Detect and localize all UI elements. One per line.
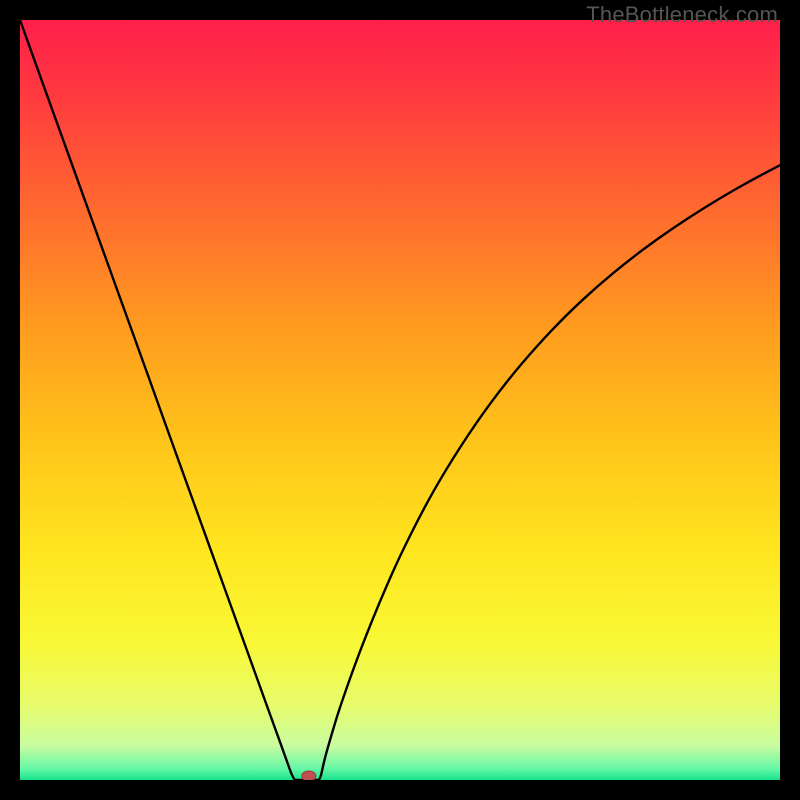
chart-frame: TheBottleneck.com (0, 0, 800, 800)
gradient-background (20, 20, 780, 780)
optimum-marker (302, 771, 316, 780)
watermark-text: TheBottleneck.com (586, 2, 778, 28)
plot-area (20, 20, 780, 780)
bottleneck-chart (20, 20, 780, 780)
